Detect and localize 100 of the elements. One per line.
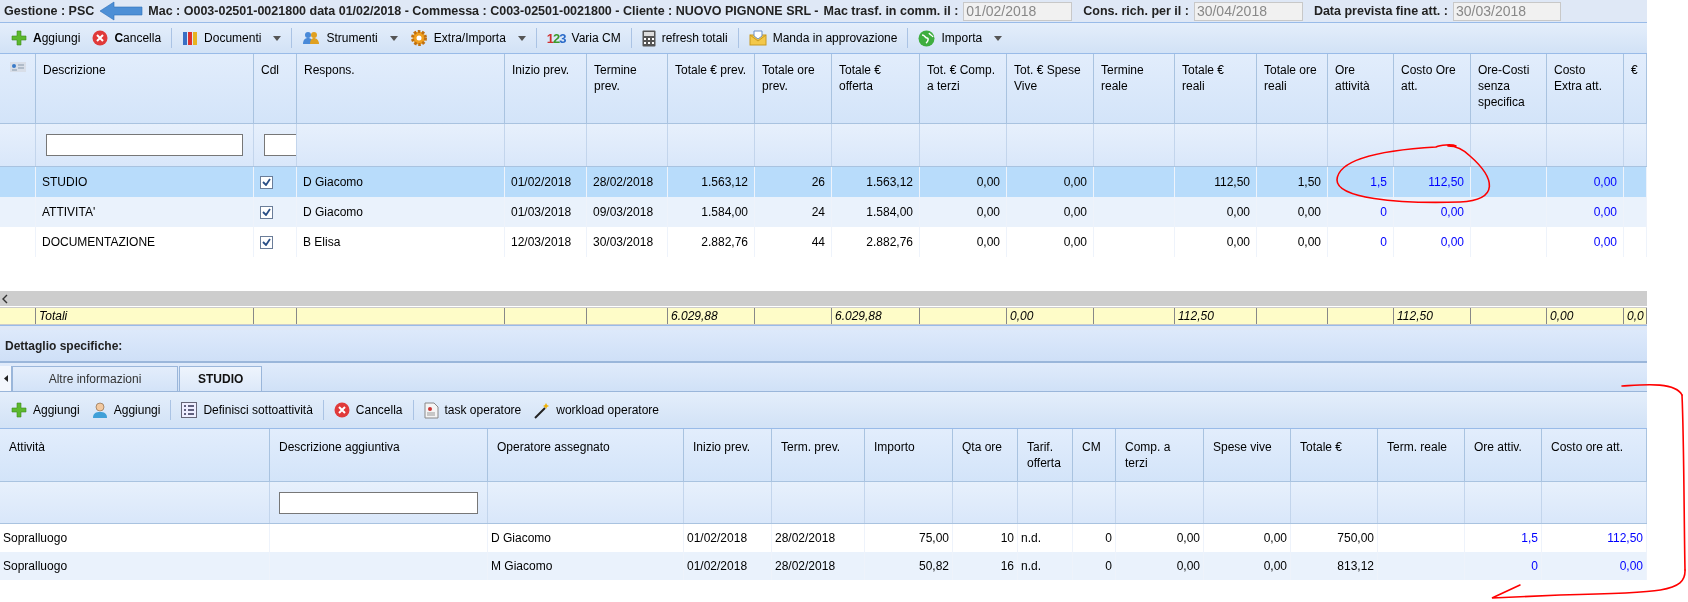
toolbar-button[interactable]: Definisci sottoattività <box>176 398 318 422</box>
table-cell: 0,00 <box>920 197 1007 227</box>
column-header[interactable]: Comp. a terzi <box>1116 429 1204 482</box>
table-cell: 813,12 <box>1291 552 1378 580</box>
tab[interactable]: Altre informazioni <box>12 366 178 391</box>
binders-icon <box>182 30 199 46</box>
table-row[interactable]: STUDIO D Giacomo 01/02/2018 28/02/2018 1.563,12 26 1.563,12 0,00 0,00 112,50 1,50 1,5 112,50 0,00 <box>0 167 1647 197</box>
column-header[interactable]: Termine prev. <box>587 54 668 124</box>
toolbar-button[interactable]: Aggiungi <box>6 398 85 422</box>
table-cell: 0,00 <box>1257 197 1328 227</box>
table-row[interactable]: ATTIVITA' D Giacomo 01/03/2018 09/03/2018 1.584,00 24 1.584,00 0,00 0,00 0,00 0,00 0 0,00 0,00 <box>0 197 1647 227</box>
column-header[interactable]: Spese vive <box>1204 429 1291 482</box>
toolbar-button[interactable]: Aggiungi <box>86 398 166 422</box>
globe-icon <box>918 29 936 47</box>
table-cell: 0 <box>1465 552 1542 580</box>
table-cell: 2.882,76 <box>832 227 920 257</box>
toolbar-button[interactable]: workload operatore <box>528 398 664 422</box>
table-cell: 0,00 <box>1007 227 1094 257</box>
plus-icon <box>11 30 27 46</box>
table-cell: 01/03/2018 <box>505 197 587 227</box>
wand-icon <box>533 401 551 419</box>
table-cell: 0,0 <box>1624 308 1647 324</box>
checkbox[interactable] <box>260 205 273 219</box>
toolbar-button[interactable]: Extra/Importa <box>404 26 531 50</box>
column-header[interactable]: Inizio prev. <box>505 54 587 124</box>
toolbar-button[interactable]: Documenti <box>177 26 287 50</box>
column-header[interactable]: Importo <box>865 429 953 482</box>
table-cell: M Giacomo <box>488 552 684 580</box>
toolbar-button[interactable]: Aggiungi <box>6 26 86 50</box>
column-header[interactable]: Totale € offerta <box>832 54 920 124</box>
calculator-icon <box>641 29 656 47</box>
column-header[interactable]: Tot. € Spese Vive <box>1007 54 1094 124</box>
scroll-left-button[interactable] <box>0 366 12 391</box>
column-header[interactable]: Tarif. offerta <box>1018 429 1073 482</box>
table-cell: 0,00 <box>1394 227 1471 257</box>
tab[interactable]: STUDIO <box>179 366 263 391</box>
table-cell: 30/03/2018 <box>587 227 668 257</box>
column-header[interactable]: Operatore assegnato <box>488 429 684 482</box>
toolbar-button[interactable]: Cancella <box>87 26 167 50</box>
column-header[interactable]: Cdl <box>254 54 297 124</box>
gear-icon <box>409 29 428 47</box>
table-cell: 2.882,76 <box>668 227 755 257</box>
field-label: Cons. rich. per il : <box>1083 4 1189 18</box>
column-header[interactable]: Ore attività <box>1328 54 1394 124</box>
filter-field[interactable] <box>279 491 478 514</box>
column-header[interactable]: Respons. <box>297 54 505 124</box>
filter-field[interactable] <box>264 134 296 156</box>
column-header[interactable]: Qta ore <box>953 429 1018 482</box>
column-header[interactable]: Termine reale <box>1094 54 1175 124</box>
table-cell: 0,00 <box>1007 308 1094 324</box>
table-cell: 44 <box>755 227 832 257</box>
table-row[interactable]: Sopralluogo M Giacomo 01/02/2018 28/02/2018 50,82 16 n.d. 0 0,00 0,00 813,12 0 0,00 <box>0 552 1647 580</box>
column-header[interactable]: CM <box>1073 429 1116 482</box>
toolbar-button[interactable]: refresh totali <box>636 26 733 50</box>
table-cell: 16 <box>953 552 1018 580</box>
page-title: Gestione : PSC <box>4 4 95 18</box>
column-header[interactable]: Term. reale <box>1378 429 1465 482</box>
column-header[interactable]: Totale € prev. <box>668 54 755 124</box>
list-icon <box>181 402 198 418</box>
column-header[interactable]: Costo Ore att. <box>1394 54 1471 124</box>
column-header[interactable]: Costo Extra att. <box>1547 54 1624 124</box>
table-cell: 0,00 <box>1394 197 1471 227</box>
table-cell: 01/02/2018 <box>684 552 772 580</box>
document-icon <box>423 401 439 419</box>
horizontal-scrollbar[interactable] <box>0 291 1647 306</box>
toolbar-button[interactable]: Cancella <box>328 398 408 422</box>
checkbox[interactable] <box>260 175 273 189</box>
column-header[interactable]: Totale ore prev. <box>755 54 832 124</box>
column-header[interactable]: Attività <box>0 429 270 482</box>
toolbar-button[interactable]: Manda in approvazione <box>743 26 903 50</box>
column-header[interactable]: Totale ore reali <box>1257 54 1328 124</box>
column-header[interactable]: Descrizione aggiuntiva <box>270 429 488 482</box>
table-cell: 0,00 <box>1547 308 1624 324</box>
checkbox[interactable] <box>260 235 273 249</box>
table-cell: Sopralluogo <box>0 552 270 580</box>
toolbar-button[interactable]: 123 Varia CM <box>541 26 626 50</box>
filter-field[interactable] <box>46 134 243 156</box>
table-row[interactable]: DOCUMENTAZIONE B Elisa 12/03/2018 30/03/2018 2.882,76 44 2.882,76 0,00 0,00 0,00 0,00 0 0,00 0,00 <box>0 227 1647 257</box>
caret-left-icon <box>3 375 8 382</box>
column-header[interactable]: Totale € <box>1291 429 1378 482</box>
toolbar-button[interactable]: task operatore <box>418 398 527 422</box>
column-header[interactable]: € <box>1624 54 1647 124</box>
column-header[interactable]: Descrizione <box>36 54 254 124</box>
check-icon <box>262 178 271 186</box>
column-header[interactable]: Ore-Costi senza specifica <box>1471 54 1547 124</box>
column-header[interactable]: Tot. € Comp. a terzi <box>920 54 1007 124</box>
person-icon <box>91 402 108 418</box>
column-header[interactable]: Ore attiv. <box>1465 429 1542 482</box>
toolbar-button[interactable]: Strumenti <box>297 26 403 50</box>
table-cell: 0 <box>1073 552 1116 580</box>
delete-icon <box>333 402 350 418</box>
table-cell: 0,00 <box>1175 227 1257 257</box>
column-header[interactable]: Costo ore att. <box>1542 429 1647 482</box>
column-header[interactable]: Term. prev. <box>772 429 865 482</box>
column-header[interactable]: Totale € reali <box>1175 54 1257 124</box>
toolbar-button[interactable]: Importa <box>913 26 1008 50</box>
table-cell: 28/02/2018 <box>772 552 865 580</box>
column-header[interactable]: Inizio prev. <box>684 429 772 482</box>
table-cell: 0,00 <box>1257 227 1328 257</box>
table-cell: 112,50 <box>1394 308 1471 324</box>
